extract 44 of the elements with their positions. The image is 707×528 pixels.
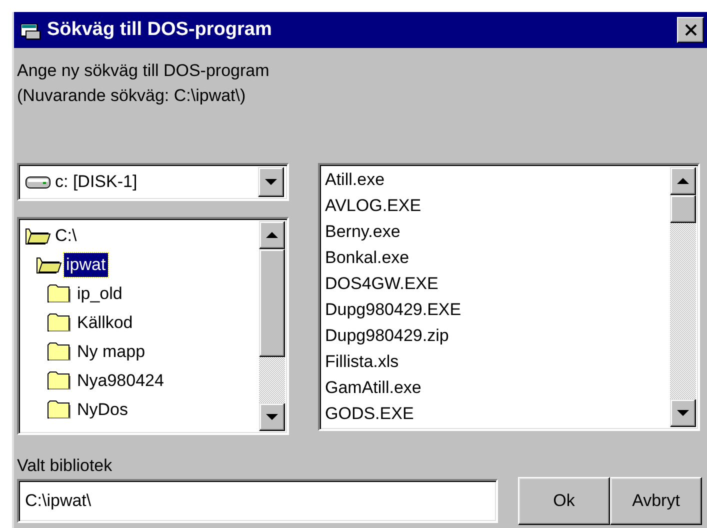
close-icon <box>684 24 698 36</box>
description-text: Ange ny sökväg till DOS-program <box>17 60 270 82</box>
file-item[interactable]: Dupg980429.zip <box>322 323 670 349</box>
scroll-down-button[interactable] <box>259 403 285 431</box>
folder-item[interactable]: Ny mapp <box>75 340 148 364</box>
folder-item[interactable]: ip_old <box>75 282 124 306</box>
ok-button[interactable]: Ok <box>518 477 610 525</box>
up-arrow-icon <box>676 177 690 185</box>
scrollbar[interactable] <box>259 221 285 431</box>
file-item[interactable]: Atill.exe <box>322 167 670 193</box>
down-arrow-icon <box>264 178 278 186</box>
down-arrow-icon <box>265 413 279 421</box>
scroll-up-button[interactable] <box>259 221 285 249</box>
window-title: Sökväg till DOS-program <box>47 19 273 41</box>
folder-item[interactable]: Nya980424 <box>75 368 166 392</box>
file-item[interactable]: Fillista.xls <box>322 349 670 375</box>
scroll-thumb[interactable] <box>670 195 696 223</box>
file-item[interactable]: AVLOG.EXE <box>322 193 670 219</box>
folder-item[interactable]: Källkod <box>75 310 135 334</box>
file-item[interactable]: Berny.exe <box>322 219 670 245</box>
file-item[interactable]: GODS.EXE <box>322 401 670 427</box>
file-item[interactable]: Dupg980429.EXE <box>322 297 670 323</box>
file-item[interactable]: GamAtill.exe <box>322 375 670 401</box>
drive-icon <box>25 174 51 190</box>
field-label: Valt bibliotek <box>17 455 114 477</box>
close-button[interactable] <box>677 17 704 43</box>
file-item[interactable]: DOS4GW.EXE <box>322 271 670 297</box>
down-arrow-icon <box>676 409 690 417</box>
folder-item[interactable]: NyDos <box>75 398 130 422</box>
up-arrow-icon <box>265 231 279 239</box>
drive-dropdown[interactable]: c: [DISK-1] <box>17 163 289 201</box>
cancel-button[interactable]: Avbryt <box>610 477 702 525</box>
scroll-down-button[interactable] <box>670 399 696 427</box>
scroll-up-button[interactable] <box>670 167 696 195</box>
folder-item[interactable]: ipwat <box>64 252 108 276</box>
dropdown-button[interactable] <box>258 167 284 197</box>
file-item[interactable]: Bonkal.exe <box>322 245 670 271</box>
path-field[interactable]: C:\ipwat\ <box>17 479 498 523</box>
scroll-thumb[interactable] <box>259 249 285 357</box>
scrollbar[interactable] <box>670 167 696 427</box>
window-icon <box>20 20 41 40</box>
description-text: (Nuvarande sökväg: C:\ipwat\) <box>17 85 247 107</box>
drive-label: c: [DISK-1] <box>55 172 138 192</box>
folder-item[interactable]: C:\ <box>53 224 79 248</box>
